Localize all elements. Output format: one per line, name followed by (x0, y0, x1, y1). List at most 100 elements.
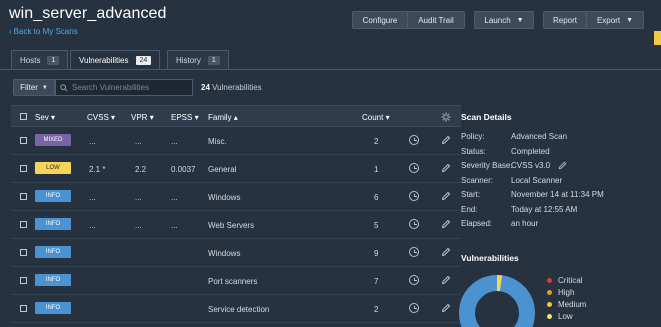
edit-pencil-icon[interactable] (441, 247, 451, 257)
edit-pencil-icon[interactable] (441, 163, 451, 173)
count-cell: 5 (374, 221, 379, 230)
column-vpr[interactable]: VPR ▾ (131, 113, 154, 122)
sort-ascending-icon: ▴ (233, 113, 238, 122)
count-cell: 1 (374, 165, 379, 174)
tab-vulnerabilities[interactable]: Vulnerabilities 24 (70, 50, 161, 70)
scroll-indicator[interactable] (654, 31, 661, 45)
count-cell: 2 (374, 305, 379, 314)
edit-pencil-icon[interactable] (441, 219, 451, 229)
snooze-clock-icon[interactable] (409, 163, 419, 173)
table-row[interactable]: INFO ... ... ... Web Servers 5 (11, 211, 461, 239)
select-all-checkbox[interactable] (20, 113, 27, 120)
legend-item: Low (547, 312, 573, 321)
back-to-scans-link[interactable]: ‹ Back to My Scans (9, 27, 78, 36)
count-cell: 2 (374, 137, 379, 146)
tab-hosts-count: 1 (47, 55, 60, 65)
column-epss[interactable]: EPSS ▾ (171, 113, 199, 122)
scan-details-heading: Scan Details (461, 112, 512, 122)
legend-dot-icon (547, 278, 552, 283)
family-cell: Windows (208, 193, 241, 202)
column-sev-label: Sev (35, 113, 49, 122)
legend-dot-icon (547, 314, 552, 319)
detail-label: Status: (461, 146, 486, 156)
filter-button[interactable]: Filter ▼ (13, 79, 55, 96)
column-cvss[interactable]: CVSS ▾ (87, 113, 115, 122)
column-family-label: Family (208, 113, 232, 122)
snooze-clock-icon[interactable] (409, 303, 419, 313)
vulnerability-count-label: Vulnerabilities (212, 83, 262, 92)
detail-label: Start: (461, 190, 481, 199)
snooze-clock-icon[interactable] (409, 275, 419, 285)
edit-severity-pencil-icon[interactable] (558, 161, 567, 170)
detail-value: Advanced Scan (511, 132, 568, 141)
row-checkbox[interactable] (20, 277, 27, 284)
family-cell: Web Servers (208, 221, 255, 230)
vulnerabilities-table: Sev ▾ CVSS ▾ VPR ▾ EPSS ▾ Family ▴ Count… (11, 105, 461, 323)
epss-cell: ... (171, 193, 178, 202)
table-row[interactable]: INFO Service detection 2 (11, 295, 461, 323)
edit-pencil-icon[interactable] (441, 135, 451, 145)
search-icon (60, 83, 68, 92)
detail-label: Scanner: (461, 175, 494, 185)
table-row[interactable]: INFO Port scanners 7 (11, 267, 461, 295)
sort-caret-icon: ▾ (111, 113, 116, 122)
tab-vulnerabilities-count: 24 (135, 56, 152, 65)
row-checkbox[interactable] (20, 305, 27, 312)
report-button[interactable]: Report (543, 11, 587, 29)
severity-badge: INFO (35, 246, 71, 258)
table-row[interactable]: INFO Windows 9 (11, 239, 461, 267)
configure-button[interactable]: Configure (352, 11, 408, 29)
caret-down-icon: ▼ (516, 16, 524, 24)
row-checkbox[interactable] (20, 193, 27, 200)
detail-value: an hour (511, 219, 539, 228)
edit-pencil-icon[interactable] (441, 275, 451, 285)
family-cell: Service detection (208, 305, 270, 314)
detail-label: Policy: (461, 132, 485, 141)
count-cell: 9 (374, 249, 379, 258)
snooze-clock-icon[interactable] (409, 191, 419, 201)
sort-caret-icon: ▾ (51, 113, 56, 122)
column-sev[interactable]: Sev ▾ (35, 113, 55, 122)
legend-item: High (547, 288, 574, 297)
row-checkbox[interactable] (20, 221, 27, 228)
severity-badge: INFO (35, 302, 71, 314)
edit-pencil-icon[interactable] (441, 191, 451, 201)
detail-value: Local Scanner (511, 175, 563, 185)
tab-history[interactable]: History 1 (167, 50, 229, 69)
table-row[interactable]: MIXED ... ... ... Misc. 2 (11, 127, 461, 155)
vpr-cell: ... (135, 193, 142, 202)
snooze-clock-icon[interactable] (409, 135, 419, 145)
snooze-clock-icon[interactable] (409, 247, 419, 257)
column-vpr-label: VPR (131, 113, 148, 122)
export-label: Export (596, 15, 621, 25)
row-checkbox[interactable] (20, 137, 27, 144)
caret-down-icon: ▼ (626, 16, 634, 24)
detail-value: CVSS v3.0 (511, 161, 551, 170)
table-row[interactable]: LOW 2.1 * 2.2 0.0037 General 1 (11, 155, 461, 183)
tab-vulnerabilities-label: Vulnerabilities (79, 56, 129, 65)
vulnerabilities-donut-chart (459, 275, 535, 327)
family-cell: Port scanners (208, 277, 258, 286)
search-input[interactable] (72, 83, 192, 92)
snooze-clock-icon[interactable] (409, 219, 419, 229)
row-checkbox[interactable] (20, 165, 27, 172)
column-count[interactable]: Count ▾ (362, 113, 390, 122)
severity-badge: LOW (35, 162, 71, 174)
cvss-cell: ... (89, 221, 96, 230)
launch-button[interactable]: Launch ▼ (474, 11, 534, 29)
chevron-left-icon: ‹ (9, 27, 12, 36)
launch-label: Launch (484, 15, 511, 25)
row-checkbox[interactable] (20, 249, 27, 256)
search-box (55, 79, 193, 96)
edit-pencil-icon[interactable] (441, 303, 451, 313)
table-row[interactable]: INFO ... ... ... Windows 6 (11, 183, 461, 211)
settings-gear-icon[interactable] (441, 112, 451, 122)
column-family[interactable]: Family ▴ (208, 113, 238, 122)
cvss-cell: ... (89, 193, 96, 202)
export-button[interactable]: Export ▼ (586, 11, 644, 29)
tab-hosts[interactable]: Hosts 1 (11, 50, 69, 69)
caret-down-icon: ▼ (41, 84, 48, 91)
audit-trail-button[interactable]: Audit Trail (407, 11, 465, 29)
family-cell: General (208, 165, 237, 174)
tab-history-count: 1 (207, 55, 220, 65)
